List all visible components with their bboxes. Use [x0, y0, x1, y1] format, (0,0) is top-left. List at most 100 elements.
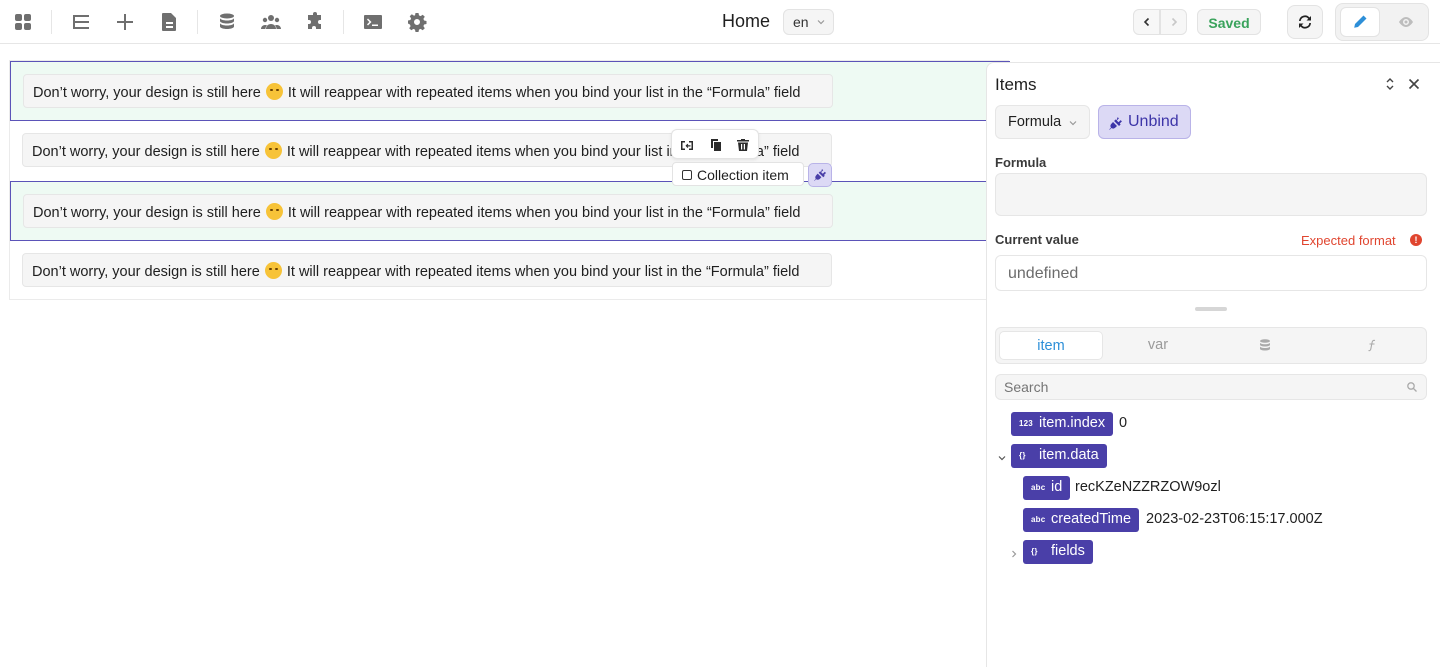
row-text-end: It will reappear with repeated items whe…	[286, 264, 800, 280]
top-bar: Home en Saved	[0, 0, 1440, 44]
variable-value: 0	[1119, 415, 1128, 431]
variable-name: createdTime	[1051, 511, 1132, 527]
collection-item[interactable]: Don’t worry, your design is still here I…	[10, 241, 1010, 301]
code-icon[interactable]	[361, 10, 385, 34]
saved-status-badge: Saved	[1197, 9, 1261, 35]
collection-item-label[interactable]: Collection item	[672, 162, 804, 186]
object-type-icon: {}	[1031, 547, 1038, 556]
wink-emoji-icon	[264, 142, 282, 159]
language-select[interactable]: en	[783, 9, 834, 35]
plugins-icon[interactable]	[303, 10, 327, 34]
row-text-start: Don’t worry, your design is still here	[33, 85, 261, 101]
editor-mode-toggle	[1335, 3, 1429, 41]
placeholder-text: Don’t worry, your design is still here I…	[22, 253, 832, 287]
tab-functions[interactable]	[1320, 331, 1424, 360]
current-value-display: undefined	[995, 255, 1427, 291]
info-icon[interactable]: !	[1410, 234, 1422, 246]
pages-icon[interactable]	[157, 10, 181, 34]
redo-button[interactable]	[1160, 9, 1187, 35]
tree-item-data[interactable]: {} item.data	[997, 444, 1397, 468]
chevron-right-icon	[1171, 17, 1177, 27]
tab-item[interactable]: item	[999, 331, 1103, 360]
tab-var[interactable]: var	[1106, 331, 1210, 360]
variable-name: item.index	[1039, 415, 1106, 431]
formula-label: Formula	[995, 155, 1047, 170]
collection-item[interactable]: Don’t worry, your design is still here I…	[10, 181, 1010, 241]
unbind-button[interactable]: Unbind	[1098, 105, 1191, 139]
duplicate-icon[interactable]	[706, 136, 724, 154]
variable-name: item.data	[1039, 447, 1099, 463]
unplug-icon	[1109, 117, 1122, 130]
item-toolbar	[671, 129, 759, 159]
collection-item[interactable]: Don’t worry, your design is still here I…	[10, 121, 1010, 181]
chevron-right-icon[interactable]	[1009, 546, 1019, 558]
eye-icon	[1399, 17, 1413, 27]
wink-emoji-icon	[265, 203, 283, 220]
string-type-icon: abc	[1031, 515, 1046, 524]
sync-button[interactable]	[1287, 5, 1323, 39]
variable-name: fields	[1051, 543, 1085, 559]
bound-indicator-button[interactable]	[808, 163, 832, 187]
expand-icon[interactable]	[1382, 76, 1398, 92]
data-source-tabs: item var	[995, 327, 1427, 364]
database-icon[interactable]	[215, 10, 239, 34]
wink-emoji-icon	[264, 262, 282, 279]
search-input[interactable]	[995, 374, 1427, 400]
variable-chip[interactable]: 123 item.index	[1011, 412, 1114, 436]
row-text-start: Don’t worry, your design is still here	[32, 264, 260, 280]
formula-input[interactable]	[995, 173, 1427, 216]
row-text-end: It will reappear with repeated items whe…	[287, 205, 801, 221]
variable-name: id	[1051, 479, 1063, 495]
unbind-label: Unbind	[1128, 113, 1179, 130]
object-type-icon: {}	[1019, 451, 1026, 460]
variable-chip[interactable]: {} item.data	[1011, 444, 1107, 468]
layers-icon[interactable]	[69, 10, 93, 34]
undo-button[interactable]	[1133, 9, 1160, 35]
plug-icon	[814, 169, 826, 181]
toolbar-divider	[197, 10, 198, 34]
pencil-icon	[1354, 15, 1367, 28]
tree-item-created-time[interactable]: abc createdTime 2023-02-23T06:15:17.000Z	[1023, 508, 1423, 532]
square-icon	[682, 170, 692, 180]
panel-title: Items	[995, 75, 1037, 94]
items-panel: Items Formula Unbind Formula Current val…	[986, 62, 1440, 667]
tree-item-fields[interactable]: {} fields	[1009, 540, 1409, 564]
collection-item[interactable]: Don’t worry, your design is still here I…	[10, 61, 1010, 121]
wrap-icon[interactable]	[678, 136, 696, 154]
close-icon[interactable]	[1406, 76, 1422, 92]
binding-mode-select[interactable]: Formula	[995, 105, 1090, 139]
placeholder-text: Don’t worry, your design is still here I…	[23, 74, 833, 108]
row-text-start: Don’t worry, your design is still here	[33, 205, 261, 221]
refresh-icon	[1299, 15, 1311, 29]
users-icon[interactable]	[259, 10, 283, 34]
toolbar-divider	[343, 10, 344, 34]
resize-handle[interactable]	[1195, 307, 1227, 311]
tree-item-id[interactable]: abc id recKZeNZZRZOW9ozl	[1023, 476, 1423, 500]
toolbar-divider	[51, 10, 52, 34]
collection-list[interactable]: Don’t worry, your design is still here I…	[9, 60, 1010, 301]
page-title: Home	[721, 11, 770, 31]
variable-chip[interactable]: abc id	[1023, 476, 1071, 500]
variable-chip[interactable]: {} fields	[1023, 540, 1093, 564]
editor-canvas: Don’t worry, your design is still here I…	[0, 44, 1010, 667]
settings-icon[interactable]	[405, 10, 429, 34]
expected-format-link[interactable]: Expected format	[1301, 233, 1396, 248]
function-icon	[1368, 339, 1376, 352]
variable-value: recKZeNZZRZOW9ozl	[1075, 479, 1221, 495]
chevron-down-icon[interactable]	[997, 450, 1007, 461]
chevron-left-icon	[1143, 17, 1149, 27]
search-icon	[1407, 382, 1417, 392]
tab-database[interactable]	[1213, 331, 1317, 360]
row-text-end: It will reappear with repeated items whe…	[287, 85, 801, 101]
language-value: en	[793, 14, 809, 30]
apps-icon[interactable]	[11, 10, 35, 34]
add-icon[interactable]	[113, 10, 137, 34]
tree-item-index[interactable]: 123 item.index 0	[1011, 412, 1411, 436]
row-text-start: Don’t worry, your design is still here	[32, 144, 260, 160]
variable-chip[interactable]: abc createdTime	[1023, 508, 1140, 532]
trash-icon[interactable]	[734, 136, 752, 154]
database-icon	[1260, 339, 1270, 351]
wink-emoji-icon	[265, 83, 283, 100]
preview-mode-button[interactable]	[1386, 7, 1426, 37]
edit-mode-button[interactable]	[1340, 7, 1380, 37]
